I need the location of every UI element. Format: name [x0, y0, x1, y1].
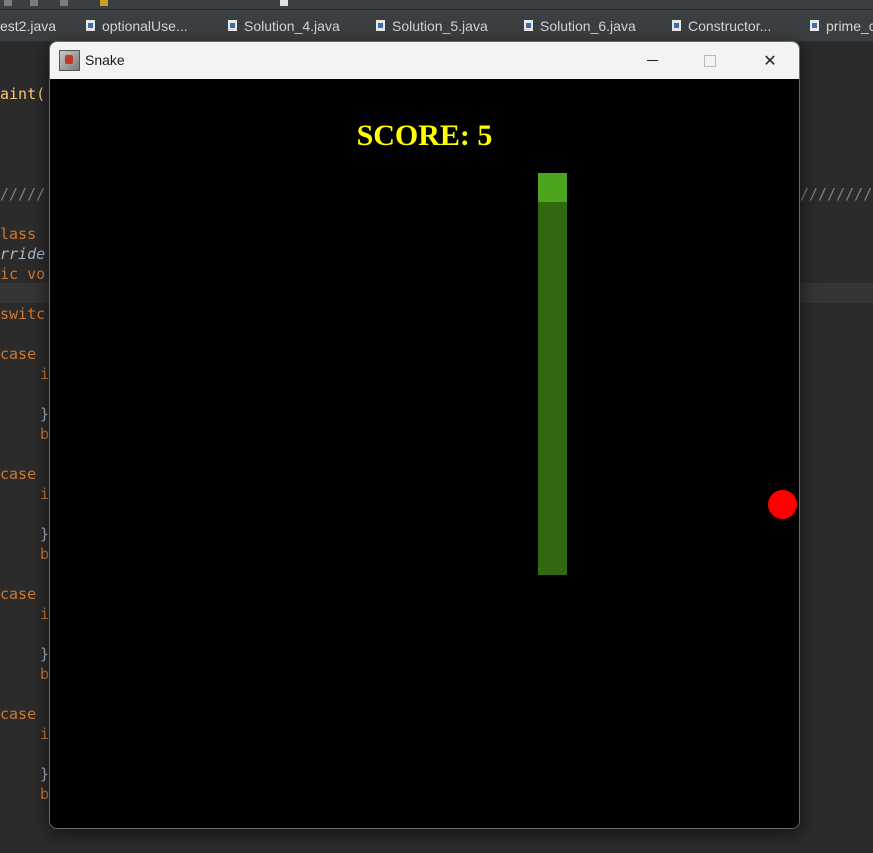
code-fragment: i: [40, 365, 50, 383]
toolbar-icon[interactable]: [60, 0, 68, 6]
code-fragment: switc: [0, 305, 46, 323]
editor-tab[interactable]: Solution_4.java: [228, 10, 340, 41]
game-canvas[interactable]: SCORE: 5: [50, 79, 799, 828]
snake-body: [538, 202, 567, 575]
tab-label: prime_c: [826, 17, 873, 34]
minimize-button[interactable]: [623, 42, 681, 79]
java-file-icon: [524, 20, 533, 31]
tab-label: est2.java: [0, 17, 57, 34]
code-fragment: i: [40, 605, 50, 623]
code-fragment: lass: [0, 225, 37, 243]
editor-tab-bar: est2.java optionalUse... Solution_4.java…: [0, 10, 873, 42]
toolbar-icon[interactable]: [4, 0, 12, 6]
window-title: Snake: [85, 52, 125, 68]
apple: [768, 490, 797, 519]
close-button[interactable]: ✕: [741, 42, 799, 79]
toolbar-icon[interactable]: [280, 0, 288, 6]
editor-tab[interactable]: Constructor...: [672, 10, 771, 41]
tab-label: Constructor...: [688, 17, 772, 34]
snake-head: [538, 173, 567, 202]
code-fragment: b: [40, 785, 50, 803]
code-fragment: case: [0, 465, 37, 483]
editor-tab[interactable]: est2.java: [0, 10, 56, 41]
code-fragment: case: [0, 345, 37, 363]
minimize-icon: [646, 60, 658, 61]
code-fragment: b: [40, 545, 50, 563]
close-icon: ✕: [763, 52, 777, 70]
code-fragment: ic vo: [0, 265, 46, 283]
maximize-button[interactable]: [681, 42, 739, 79]
java-file-icon: [672, 20, 681, 31]
code-fragment: case: [0, 585, 37, 603]
code-fragment: i: [40, 485, 50, 503]
editor-tab[interactable]: optionalUse...: [86, 10, 188, 41]
ide-toolbar: [0, 0, 873, 10]
code-fragment: ////////: [800, 185, 873, 203]
code-fragment: b: [40, 425, 50, 443]
code-fragment: aint(: [0, 85, 46, 103]
java-file-icon: [86, 20, 95, 31]
tab-label: optionalUse...: [102, 17, 188, 34]
snake-window[interactable]: Snake ✕ SCORE: 5: [49, 41, 800, 829]
code-fragment: b: [40, 665, 50, 683]
code-fragment: i: [40, 725, 50, 743]
code-fragment: }: [40, 405, 50, 423]
java-file-icon: [810, 20, 819, 31]
tab-label: Solution_5.java: [392, 17, 488, 34]
java-file-icon: [376, 20, 385, 31]
java-app-icon[interactable]: [59, 50, 80, 71]
editor-tab[interactable]: Solution_5.java: [376, 10, 488, 41]
java-file-icon: [228, 20, 237, 31]
code-fragment: /////: [0, 185, 46, 203]
code-fragment: }: [40, 765, 50, 783]
editor-tab[interactable]: prime_c: [810, 10, 873, 41]
code-fragment: }: [40, 525, 50, 543]
maximize-icon: [704, 54, 716, 67]
toolbar-icon[interactable]: [30, 0, 38, 6]
code-fragment: rride: [0, 245, 46, 263]
tab-label: Solution_6.java: [540, 17, 636, 34]
window-title-bar[interactable]: Snake ✕: [50, 42, 799, 79]
tab-label: Solution_4.java: [244, 17, 340, 34]
toolbar-icon[interactable]: [100, 0, 108, 6]
code-fragment: }: [40, 645, 50, 663]
editor-tab[interactable]: Solution_6.java: [524, 10, 636, 41]
score-label: SCORE: 5: [356, 119, 493, 152]
code-fragment: case: [0, 705, 37, 723]
